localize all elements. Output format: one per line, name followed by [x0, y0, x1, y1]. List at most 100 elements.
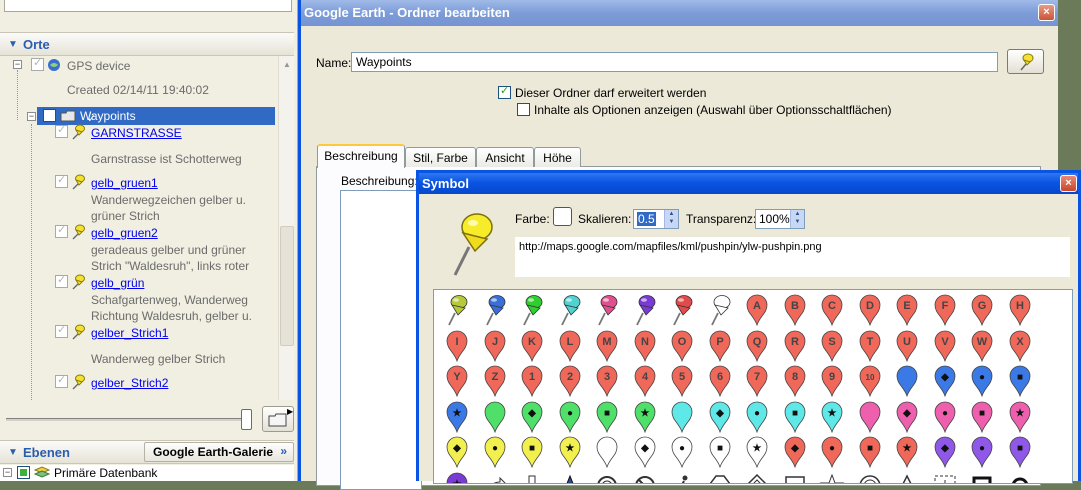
letter-marker-icon[interactable]: Q — [738, 328, 776, 364]
scroll-up-icon[interactable]: ▲ — [281, 60, 293, 72]
label-marker-icon[interactable]: Z — [476, 363, 514, 399]
pushpin-option-icon[interactable] — [513, 292, 551, 328]
waypoint-checkbox[interactable]: ✓ — [55, 174, 68, 188]
hiker-icon[interactable] — [663, 470, 701, 483]
pushpin-option-icon[interactable] — [476, 292, 514, 328]
shape-marker-icon[interactable]: ■ — [701, 434, 739, 470]
triangle-icon[interactable] — [551, 470, 589, 483]
shape-marker-icon[interactable]: ■ — [588, 399, 626, 435]
collapse-toggle-icon[interactable]: − — [27, 112, 36, 121]
shape-marker-icon[interactable]: ■ — [851, 434, 889, 470]
shape-marker-icon[interactable]: ★ — [888, 434, 926, 470]
letter-marker-icon[interactable]: V — [926, 328, 964, 364]
letter-marker-icon[interactable]: F — [926, 292, 964, 328]
square-dot-icon[interactable] — [963, 470, 1001, 483]
shape-marker-icon[interactable]: ◆ — [626, 434, 664, 470]
shape-marker-icon[interactable] — [851, 399, 889, 435]
expand-folder-checkbox[interactable]: ✓ — [498, 85, 511, 99]
shape-marker-icon[interactable]: ● — [963, 434, 1001, 470]
shape-marker-icon[interactable]: ★ — [813, 399, 851, 435]
shape-marker-icon[interactable]: ● — [476, 434, 514, 470]
triangle-outline-icon[interactable] — [888, 470, 926, 483]
label-marker-icon[interactable]: 6 — [701, 363, 739, 399]
icon-url-field[interactable]: http://maps.google.com/mapfiles/kml/push… — [515, 237, 1070, 277]
waypoint-checkbox[interactable]: ✓ — [55, 274, 68, 288]
places-header[interactable]: ▼ Orte — [0, 32, 294, 56]
square-outline-icon[interactable] — [776, 470, 814, 483]
star-outline-icon[interactable] — [813, 470, 851, 483]
letter-marker-icon[interactable]: U — [888, 328, 926, 364]
letter-marker-icon[interactable]: I — [438, 328, 476, 364]
scale-spinner[interactable]: 0.5 ▲ ▼ — [633, 209, 679, 229]
shape-marker-icon[interactable]: ★ — [738, 434, 776, 470]
tab-beschreibung[interactable]: Beschreibung — [317, 144, 405, 168]
letter-marker-icon[interactable]: S — [813, 328, 851, 364]
circle-dot-icon[interactable] — [1001, 470, 1039, 483]
tab-stil-farbe[interactable]: Stil, Farbe — [405, 147, 476, 167]
shape-marker-icon[interactable]: ★ — [1001, 399, 1039, 435]
purple-star-pin-icon[interactable]: ★ — [438, 470, 476, 483]
waypoint-link[interactable]: gelber_Strich1 — [91, 326, 168, 340]
trail-head-icon[interactable] — [513, 470, 551, 483]
waypoint-checkbox[interactable]: ✓ — [55, 124, 68, 138]
close-icon[interactable]: × — [1038, 4, 1055, 21]
shape-marker-icon[interactable]: ■ — [513, 434, 551, 470]
crosshair-square-icon[interactable] — [926, 470, 964, 483]
waypoint-item[interactable]: ✓ gelb_gruen1 Wanderwegzeichen gelber u. g… — [0, 173, 276, 223]
waypoint-link[interactable]: gelb_gruen1 — [91, 176, 158, 190]
shape-marker-icon[interactable]: ◆ — [701, 399, 739, 435]
shape-marker-icon[interactable]: ◆ — [438, 434, 476, 470]
pushpin-option-icon[interactable] — [626, 292, 664, 328]
letter-marker-icon[interactable]: P — [701, 328, 739, 364]
spinner-arrows-icon[interactable]: ▲ ▼ — [664, 210, 678, 228]
label-marker-icon[interactable]: 2 — [551, 363, 589, 399]
letter-marker-icon[interactable]: J — [476, 328, 514, 364]
gallery-button[interactable]: Google Earth-Galerie » — [144, 442, 294, 462]
collapse-toggle-icon[interactable]: − — [3, 468, 12, 477]
label-marker-icon[interactable]: 9 — [813, 363, 851, 399]
shape-marker-icon[interactable] — [663, 399, 701, 435]
letter-marker-icon[interactable]: M — [588, 328, 626, 364]
collapse-toggle-icon[interactable]: − — [13, 60, 22, 69]
waypoint-item[interactable]: ✓ gelb_grün Schafgartenweg, Wanderweg Rich… — [0, 273, 276, 323]
waypoint-checkbox[interactable]: ✓ — [55, 224, 68, 238]
pushpin-option-icon[interactable] — [438, 292, 476, 328]
hexagon-icon[interactable] — [701, 470, 739, 483]
shape-marker-icon[interactable]: ● — [663, 434, 701, 470]
shape-marker-icon[interactable]: ● — [738, 399, 776, 435]
diamond-outline-icon[interactable] — [738, 470, 776, 483]
letter-marker-icon[interactable]: N — [626, 328, 664, 364]
shape-marker-icon[interactable]: ● — [926, 399, 964, 435]
shape-marker-icon[interactable]: ■ — [1001, 434, 1039, 470]
pushpin-option-icon[interactable] — [588, 292, 626, 328]
pushpin-option-icon[interactable] — [551, 292, 589, 328]
color-picker[interactable] — [553, 207, 572, 226]
shape-marker-icon[interactable] — [588, 434, 626, 470]
shape-marker-icon[interactable]: ■ — [776, 399, 814, 435]
label-marker-icon[interactable]: 7 — [738, 363, 776, 399]
waypoint-checkbox[interactable]: ✓ — [55, 374, 68, 388]
symbol-titlebar[interactable]: Symbol × — [419, 173, 1078, 194]
letter-marker-icon[interactable]: G — [963, 292, 1001, 328]
label-marker-icon[interactable]: 10 — [851, 363, 889, 399]
tab-ansicht[interactable]: Ansicht — [476, 147, 534, 167]
shape-marker-icon[interactable] — [888, 363, 926, 399]
opacity-slider-track[interactable] — [6, 418, 252, 421]
radio-options-checkbox[interactable] — [517, 103, 530, 116]
letter-marker-icon[interactable]: O — [663, 328, 701, 364]
label-marker-icon[interactable]: 1 — [513, 363, 551, 399]
tab-hoehe[interactable]: Höhe — [534, 147, 581, 167]
label-marker-icon[interactable]: 5 — [663, 363, 701, 399]
label-marker-icon[interactable]: 4 — [626, 363, 664, 399]
shape-marker-icon[interactable]: ◆ — [888, 399, 926, 435]
scroll-thumb[interactable] — [280, 226, 294, 346]
target-icon[interactable] — [851, 470, 889, 483]
letter-marker-icon[interactable]: H — [1001, 292, 1039, 328]
circle-icon[interactable] — [588, 470, 626, 483]
opacity-slider-thumb[interactable] — [241, 409, 252, 430]
shape-marker-icon[interactable]: ◆ — [776, 434, 814, 470]
letter-marker-icon[interactable]: B — [776, 292, 814, 328]
label-marker-icon[interactable]: Y — [438, 363, 476, 399]
shape-marker-icon[interactable]: ■ — [963, 399, 1001, 435]
database-checkbox[interactable] — [17, 466, 30, 479]
